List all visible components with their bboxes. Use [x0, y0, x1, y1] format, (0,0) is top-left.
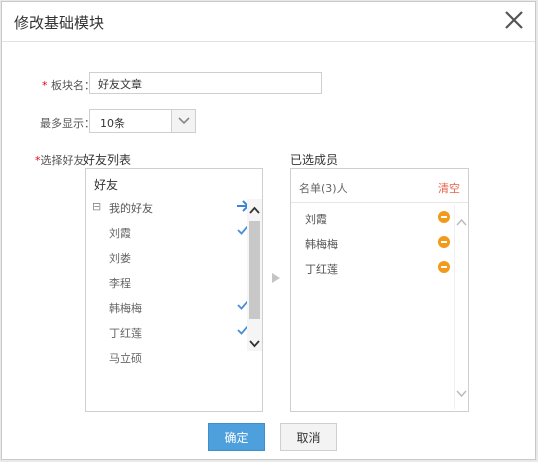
friend-name: 韩梅梅: [109, 302, 142, 315]
tree-root: 好友: [94, 178, 119, 192]
scroll-thumb[interactable]: [249, 221, 260, 319]
select-arrow[interactable]: [171, 110, 195, 132]
dialog-title: 修改基础模块: [14, 14, 105, 32]
selected-item: 刘霞: [291, 207, 451, 229]
required-mark: *: [42, 79, 48, 92]
friend-item[interactable]: 刘霞: [86, 222, 249, 242]
friend-list-scrollbar[interactable]: [247, 199, 262, 351]
member-count: 名单(3)人: [299, 182, 348, 195]
remove-icon[interactable]: [438, 236, 450, 248]
scroll-up-icon[interactable]: [249, 205, 260, 215]
scroll-up-icon[interactable]: [456, 217, 467, 227]
scroll-down-icon[interactable]: [249, 339, 260, 349]
transfer-arrow-icon: [272, 273, 280, 283]
select-friends-label-wrap: *选择好友: [35, 152, 85, 168]
name-label-wrap: * 板块名：: [42, 77, 95, 93]
selected-item: 丁红莲: [291, 257, 451, 279]
chevron-down-icon: [178, 117, 190, 125]
dialog-header: 修改基础模块: [2, 2, 535, 42]
remove-icon[interactable]: [438, 211, 450, 223]
friend-name: 丁红莲: [109, 327, 142, 340]
group-name: 我的好友: [109, 202, 153, 215]
friend-group[interactable]: ⊟ 我的好友: [86, 197, 250, 217]
remove-icon[interactable]: [438, 261, 450, 273]
max-display-value: 10条: [100, 117, 125, 130]
selected-members-panel: 名单(3)人 清空 刘霞 韩梅梅 丁红莲: [290, 168, 469, 412]
close-icon[interactable]: [503, 9, 525, 31]
friend-item[interactable]: 李程: [86, 272, 246, 292]
module-name-input[interactable]: 好友文章: [89, 72, 322, 94]
clear-button[interactable]: 清空: [438, 180, 460, 196]
selected-name: 韩梅梅: [305, 238, 338, 251]
friend-name: 李程: [109, 277, 131, 290]
friend-name: 刘娄: [109, 252, 131, 265]
collapse-icon[interactable]: ⊟: [92, 200, 101, 213]
selected-item: 韩梅梅: [291, 232, 451, 254]
friend-name: 刘霞: [109, 227, 131, 240]
edit-module-dialog: 修改基础模块 * 板块名： 好友文章 最多显示： 10条 *选择好友 好友列表 …: [1, 1, 536, 460]
friend-item[interactable]: 韩梅梅: [86, 297, 249, 317]
select-friends-label: 选择好友: [40, 154, 85, 167]
selected-name: 丁红莲: [305, 263, 338, 276]
friend-list-panel: 好友 ⊟ 我的好友 刘霞 刘娄 李程 韩梅梅 丁红莲 马立硕: [85, 168, 263, 412]
scroll-down-icon[interactable]: [456, 389, 467, 399]
friend-item[interactable]: 刘娄: [86, 247, 246, 267]
cancel-button[interactable]: 取消: [280, 423, 337, 451]
max-display-label: 最多显示：: [40, 117, 95, 130]
friend-list-title: 好友列表: [83, 153, 132, 167]
selected-name: 刘霞: [305, 213, 327, 226]
friend-name: 马立硕: [109, 352, 142, 365]
friend-item[interactable]: 马立硕: [86, 347, 246, 367]
selected-scrollbar[interactable]: [454, 205, 468, 409]
selected-header: 名单(3)人 清空: [291, 169, 468, 203]
selected-members-title: 已选成员: [290, 153, 339, 167]
confirm-button[interactable]: 确定: [208, 423, 265, 451]
friend-item[interactable]: 丁红莲: [86, 322, 249, 342]
max-display-select[interactable]: 10条: [89, 109, 196, 133]
